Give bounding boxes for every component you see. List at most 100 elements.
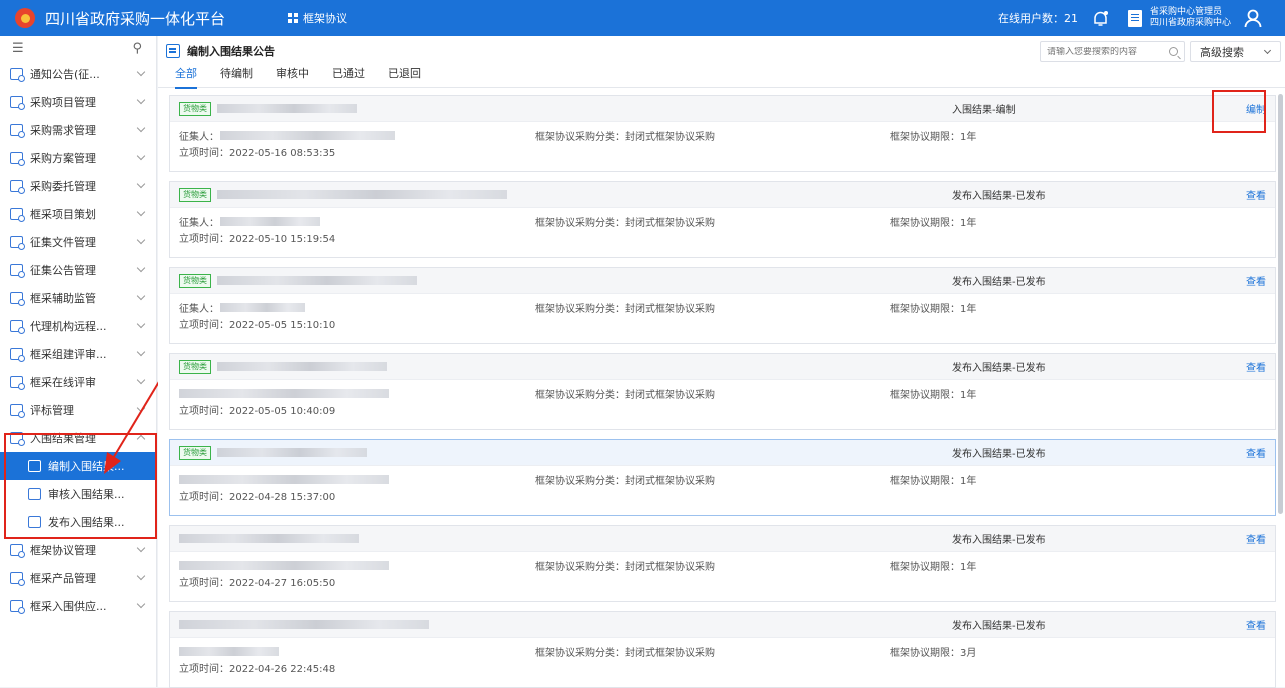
chevron-up-icon <box>136 434 146 444</box>
top-menu-framework[interactable]: 框架协议 <box>288 10 347 26</box>
category-tag: 货物类 <box>179 187 211 202</box>
grid-icon <box>288 13 298 23</box>
chevron-down-icon <box>136 179 146 189</box>
calendar-check-icon <box>28 516 41 528</box>
edit-icon <box>28 460 41 472</box>
chevron-down-icon <box>136 319 146 329</box>
sidebar-item-online-review[interactable]: 框采在线评审 <box>0 368 156 396</box>
sidebar-subitem-review-result[interactable]: 审核入围结果... <box>0 480 156 508</box>
view-link[interactable]: 查看 <box>1246 273 1266 288</box>
sidebar-item-label: 采购方案管理 <box>30 152 96 165</box>
user-icon[interactable] <box>1243 8 1263 28</box>
status-text: 发布入围结果-已发布 <box>952 277 1046 288</box>
procurement-category: 框架协议采购分类：封闭式框架协议采购 <box>535 218 715 229</box>
scrollbar[interactable] <box>1278 94 1283 514</box>
pin-icon[interactable]: ⚲ <box>132 41 142 56</box>
user-role: 省采购中心管理员 <box>1149 7 1222 17</box>
sidebar-item-label: 框架协议管理 <box>30 544 96 557</box>
user-info: 省采购中心管理员 四川省政府采购中心 <box>1150 7 1231 29</box>
folder-icon <box>10 68 25 82</box>
document-icon <box>10 544 25 558</box>
category-tag: 货物类 <box>179 445 211 460</box>
sidebar-item-label: 框采入围供应... <box>30 600 107 613</box>
sidebar-item-label: 征集文件管理 <box>30 236 96 249</box>
monitor-icon <box>10 376 25 390</box>
status-text: 发布入围结果-已发布 <box>952 449 1046 460</box>
procurement-category: 框架协议采购分类：封闭式框架协议采购 <box>535 390 715 401</box>
document-icon <box>10 572 25 586</box>
sidebar-subitem-label: 编制入围结果... <box>48 460 125 473</box>
advanced-search-button[interactable]: 高级搜索 <box>1190 41 1281 62</box>
document-icon <box>10 124 25 138</box>
sidebar-item-assist-supervise[interactable]: 框采辅助监管 <box>0 284 156 312</box>
sidebar-subitem-publish-result[interactable]: 发布入围结果... <box>0 508 156 536</box>
sidebar-item-solicitation-file[interactable]: 征集文件管理 <box>0 228 156 256</box>
search-box[interactable] <box>1040 41 1185 62</box>
menu-toggle-icon[interactable]: ☰ <box>12 41 24 56</box>
sidebar-item-framework-agreement[interactable]: 框架协议管理 <box>0 536 156 564</box>
view-link[interactable]: 查看 <box>1246 531 1266 546</box>
search-input[interactable] <box>1047 46 1165 57</box>
blurred-collector <box>220 131 395 140</box>
sidebar-item-agency-remote[interactable]: 代理机构远程... <box>0 312 156 340</box>
sidebar-item-shortlist-supplier[interactable]: 框采入围供应... <box>0 592 156 620</box>
document-icon <box>10 320 25 334</box>
view-link[interactable]: 查看 <box>1246 187 1266 202</box>
status-text: 入围结果-编制 <box>952 105 1016 116</box>
view-link[interactable]: 查看 <box>1246 445 1266 460</box>
sidebar-item-notice[interactable]: 通知公告(征... <box>0 60 156 88</box>
blurred-project-name <box>217 448 367 457</box>
chevron-down-icon <box>136 599 146 609</box>
chevron-down-icon <box>136 375 146 385</box>
chevron-down-icon <box>1263 46 1272 55</box>
sidebar-item-purchase-plan[interactable]: 采购方案管理 <box>0 144 156 172</box>
tab-reviewing[interactable]: 审核中 <box>276 66 309 88</box>
chevron-down-icon <box>136 403 146 413</box>
blurred-collector <box>179 389 389 398</box>
view-link[interactable]: 查看 <box>1246 359 1266 374</box>
sidebar: ☰ ⚲ 通知公告(征... 采购项目管理 采购需求管理 采购方案管理 采购委托管… <box>0 36 157 687</box>
blurred-collector <box>179 475 389 484</box>
status-text: 发布入围结果-已发布 <box>952 363 1046 374</box>
result-card: 货物类 发布入围结果-已发布 查看 框架协议采购分类：封闭式框架协议采购 框架协… <box>169 439 1276 516</box>
status-text: 发布入围结果-已发布 <box>952 535 1046 546</box>
sidebar-item-review-team[interactable]: 框采组建评审... <box>0 340 156 368</box>
tab-returned[interactable]: 已退回 <box>388 66 421 88</box>
blurred-collector <box>179 647 279 656</box>
tab-pending[interactable]: 待编制 <box>220 66 253 88</box>
tab-all[interactable]: 全部 <box>175 66 197 89</box>
sidebar-item-framework-planning[interactable]: 框采项目策划 <box>0 200 156 228</box>
sidebar-item-purchase-demand[interactable]: 采购需求管理 <box>0 116 156 144</box>
agreement-period: 框架协议期限：1年 <box>890 562 977 573</box>
document-icon <box>10 236 25 250</box>
sidebar-subitem-edit-result[interactable]: 编制入围结果... <box>0 452 156 480</box>
result-card: 发布入围结果-已发布 查看 框架协议采购分类：封闭式框架协议采购 框架协议期限：… <box>169 525 1276 602</box>
result-card: 发布入围结果-已发布 查看 框架协议采购分类：封闭式框架协议采购 框架协议期限：… <box>169 611 1276 688</box>
created-time: 立项时间：2022-04-26 22:45:48 <box>179 664 336 675</box>
sidebar-item-framework-product[interactable]: 框采产品管理 <box>0 564 156 592</box>
sidebar-item-label: 征集公告管理 <box>30 264 96 277</box>
checklist-icon <box>10 432 25 446</box>
emblem-logo <box>15 8 35 28</box>
procurement-category: 框架协议采购分类：封闭式框架协议采购 <box>535 648 715 659</box>
tab-approved[interactable]: 已通过 <box>332 66 365 88</box>
sidebar-item-label: 框采组建评审... <box>30 348 107 361</box>
created-time: 立项时间：2022-05-05 10:40:09 <box>179 406 336 417</box>
sidebar-item-bid-evaluation[interactable]: 评标管理 <box>0 396 156 424</box>
search-icon[interactable] <box>1169 47 1178 56</box>
sidebar-item-purchase-project[interactable]: 采购项目管理 <box>0 88 156 116</box>
sidebar-item-purchase-entrust[interactable]: 采购委托管理 <box>0 172 156 200</box>
bell-icon[interactable] <box>1092 10 1108 27</box>
sidebar-item-shortlist-result[interactable]: 入围结果管理 <box>0 424 156 452</box>
agreement-period: 框架协议期限：1年 <box>890 218 977 229</box>
view-link[interactable]: 查看 <box>1246 617 1266 632</box>
top-bar: 四川省政府采购一体化平台 框架协议 在线用户数：21 省采购中心管理员 四川省政… <box>0 0 1285 36</box>
created-time: 立项时间：2022-05-05 15:10:10 <box>179 320 336 331</box>
procurement-category: 框架协议采购分类：封闭式框架协议采购 <box>535 476 715 487</box>
sidebar-subitem-label: 发布入围结果... <box>48 516 125 529</box>
chevron-down-icon <box>136 95 146 105</box>
advanced-search-label: 高级搜索 <box>1200 45 1244 59</box>
blurred-project-name <box>217 190 507 199</box>
collector-label: 征集人： <box>179 132 219 143</box>
sidebar-item-solicitation-notice[interactable]: 征集公告管理 <box>0 256 156 284</box>
